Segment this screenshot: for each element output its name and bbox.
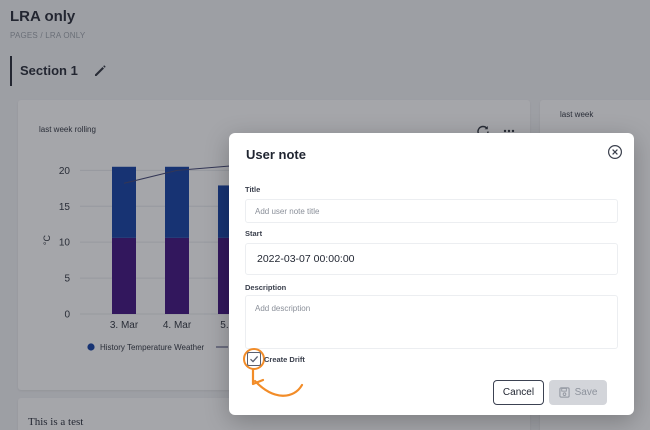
close-icon[interactable]	[607, 144, 623, 160]
cancel-button[interactable]: Cancel	[493, 380, 544, 405]
start-label: Start	[245, 229, 263, 238]
dialog-title: User note	[246, 147, 306, 162]
floppy-disk-icon	[559, 387, 570, 398]
title-input[interactable]	[245, 199, 618, 223]
create-drift-label: Create Drift	[264, 355, 305, 364]
description-label: Description	[245, 283, 287, 292]
save-button-label: Save	[574, 387, 598, 398]
start-input[interactable]	[245, 243, 618, 275]
check-icon	[250, 355, 259, 363]
description-input[interactable]	[245, 295, 618, 349]
user-note-dialog: User note Title Start Description Create…	[229, 133, 634, 415]
save-button[interactable]: Save	[549, 380, 607, 405]
title-label: Title	[245, 185, 261, 194]
create-drift-checkbox[interactable]	[247, 352, 261, 366]
annotation-arrow-icon	[251, 368, 304, 397]
